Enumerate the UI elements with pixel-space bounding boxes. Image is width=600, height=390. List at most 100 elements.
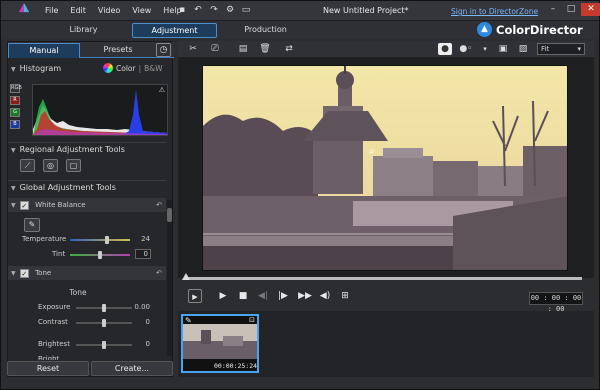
channel-red[interactable]: R bbox=[10, 96, 20, 105]
undo-icon[interactable]: ↶ bbox=[192, 4, 204, 16]
channel-green[interactable]: G bbox=[10, 108, 20, 117]
play-icon[interactable]: ▶ bbox=[216, 289, 230, 303]
brightest-slider-knob[interactable] bbox=[102, 341, 106, 349]
exposure-value: 0.00 bbox=[134, 303, 150, 311]
panel-scrollbar[interactable] bbox=[167, 200, 172, 356]
maximize-button[interactable]: □ bbox=[563, 3, 579, 16]
temperature-slider-knob[interactable] bbox=[105, 236, 110, 244]
panel-buttons: Reset Create... bbox=[7, 361, 173, 379]
menu-video[interactable]: Video bbox=[98, 6, 120, 15]
previous-frame-icon[interactable]: ◀| bbox=[256, 289, 270, 303]
tint-slider[interactable] bbox=[70, 251, 130, 259]
contrast-slider-knob[interactable] bbox=[102, 319, 106, 327]
stop-icon[interactable]: ■ bbox=[236, 289, 250, 303]
before-after-icon[interactable]: ▣ bbox=[496, 43, 510, 55]
delete-icon[interactable]: 🗑 bbox=[258, 43, 272, 55]
tab-manual[interactable]: Manual bbox=[8, 43, 80, 58]
white-balance-checkbox[interactable]: ✓ bbox=[19, 200, 29, 210]
adjustment-panel: Manual Presets ◷ ▼ Histogram Color | B&W … bbox=[7, 41, 174, 377]
tint-slider-knob[interactable] bbox=[98, 251, 102, 259]
tab-production[interactable]: Production bbox=[233, 23, 298, 38]
global-tools-header[interactable]: ▼ Global Adjustment Tools bbox=[8, 180, 166, 194]
monitor-icon[interactable]: ▭ bbox=[240, 4, 252, 16]
brush-tool-icon[interactable]: ⟋ bbox=[20, 159, 35, 172]
gradient-mask-icon[interactable]: ▢ bbox=[66, 159, 81, 172]
scrollbar-thumb[interactable] bbox=[167, 208, 172, 222]
contrast-slider[interactable] bbox=[76, 319, 132, 327]
brand-name: ColorDirector bbox=[496, 22, 583, 37]
contrast-label: Contrast bbox=[38, 318, 68, 326]
exposure-label: Exposure bbox=[38, 303, 71, 311]
quick-access-toolbar: ▪ ↶ ↷ ⚙ ▭ bbox=[176, 4, 252, 16]
brightest-label: Brightest bbox=[38, 340, 70, 348]
eyedropper-icon[interactable]: ✎ bbox=[24, 218, 40, 232]
histogram-title: Histogram bbox=[19, 64, 62, 73]
fast-forward-icon[interactable]: ▶▶ bbox=[298, 289, 312, 303]
create-button[interactable]: Create... bbox=[91, 361, 173, 376]
tab-presets[interactable]: Presets bbox=[84, 43, 152, 58]
collapse-arrow-icon: ▼ bbox=[11, 202, 16, 209]
snapshot-icon[interactable]: ⊞ bbox=[338, 289, 352, 303]
contrast-value: 0 bbox=[145, 318, 150, 326]
stop-preview-icon[interactable]: ▶ bbox=[188, 289, 202, 303]
compare-view-icon[interactable]: ●◦ bbox=[456, 43, 476, 55]
tab-adjustment[interactable]: Adjustment bbox=[132, 23, 217, 38]
app-logo-icon bbox=[18, 3, 30, 13]
menu-edit[interactable]: Edit bbox=[70, 6, 86, 15]
color-wheel-icon[interactable] bbox=[103, 63, 113, 73]
export-icon[interactable]: ⇄ bbox=[282, 43, 296, 55]
tone-header[interactable]: ▼ ✓ Tone ↶ bbox=[8, 266, 166, 280]
chevron-down-icon[interactable]: ▾ bbox=[478, 43, 492, 55]
exposure-slider-knob[interactable] bbox=[102, 304, 106, 312]
temperature-slider[interactable] bbox=[70, 236, 130, 244]
copy-icon[interactable]: ▤ bbox=[236, 43, 250, 55]
cut-icon[interactable]: ✂ bbox=[186, 43, 200, 55]
redo-icon[interactable]: ↷ bbox=[208, 4, 220, 16]
channel-rgb[interactable]: RGB bbox=[10, 84, 22, 93]
brightest-slider[interactable] bbox=[76, 341, 132, 349]
menu-bar: File Edit Video View Help bbox=[45, 6, 182, 15]
playhead-handle[interactable] bbox=[182, 273, 190, 280]
menu-view[interactable]: View bbox=[132, 6, 151, 15]
preview-image[interactable]: ⌕ bbox=[202, 65, 568, 271]
reset-section-icon[interactable]: ↶ bbox=[156, 198, 162, 212]
tint-value-field[interactable]: 0 bbox=[135, 249, 151, 259]
bright-label: Bright bbox=[38, 355, 60, 360]
preview-photo: ⌕ bbox=[203, 66, 567, 270]
histogram-bw-option[interactable]: B&W bbox=[144, 64, 162, 73]
chevron-down-icon: ▾ bbox=[577, 45, 581, 53]
histogram-mode-switch: Color | B&W bbox=[103, 63, 163, 73]
settings-icon[interactable]: ⚙ bbox=[224, 4, 236, 16]
radial-filter-icon[interactable]: ◎ bbox=[43, 159, 58, 172]
reset-button[interactable]: Reset bbox=[7, 361, 89, 376]
close-button[interactable]: ✕ bbox=[581, 3, 600, 16]
volume-icon[interactable]: ◀) bbox=[318, 289, 332, 303]
white-balance-header[interactable]: ▼ ✓ White Balance ↶ bbox=[8, 198, 166, 212]
histogram-plot bbox=[33, 89, 167, 135]
zoom-select[interactable]: Fit ▾ bbox=[537, 43, 585, 55]
histogram-color-option[interactable]: Color bbox=[116, 64, 136, 73]
channel-blue[interactable]: B bbox=[10, 120, 20, 129]
sign-in-link[interactable]: Sign in to DirectorZone bbox=[451, 7, 538, 16]
panel-subtabs: Manual Presets ◷ bbox=[8, 42, 174, 58]
next-frame-icon[interactable]: |▶ bbox=[276, 289, 290, 303]
zoom-select-value: Fit bbox=[541, 45, 550, 53]
adjusted-badge-icon: ⊡ bbox=[249, 316, 255, 324]
clip-timecode: 00:00:25:24 bbox=[214, 362, 258, 370]
regional-tools-header[interactable]: ▼ Regional Adjustment Tools bbox=[8, 142, 166, 156]
exposure-slider[interactable] bbox=[76, 304, 132, 312]
preview-toolbar: ✂ ⎚ ▤ 🗑 ⇄ ● ●◦ ▾ ▣ ▨ bbox=[178, 41, 594, 58]
minimize-button[interactable]: – bbox=[545, 3, 561, 16]
timeline-scrubber[interactable] bbox=[182, 273, 582, 280]
reset-section-icon[interactable]: ↶ bbox=[156, 266, 162, 280]
save-icon[interactable]: ▪ bbox=[176, 4, 188, 16]
split-icon[interactable]: ⎚ bbox=[208, 43, 222, 55]
tone-checkbox[interactable]: ✓ bbox=[19, 268, 29, 278]
menu-file[interactable]: File bbox=[45, 6, 58, 15]
image-view-icon[interactable]: ▨ bbox=[516, 43, 530, 55]
single-view-icon[interactable]: ● bbox=[438, 43, 452, 55]
tab-library[interactable]: Library bbox=[51, 23, 116, 38]
preview-timecode: 00 : 00 : 00 : 00 bbox=[529, 292, 583, 313]
window-controls: – □ ✕ bbox=[545, 3, 600, 16]
history-icon[interactable]: ◷ bbox=[156, 43, 171, 57]
